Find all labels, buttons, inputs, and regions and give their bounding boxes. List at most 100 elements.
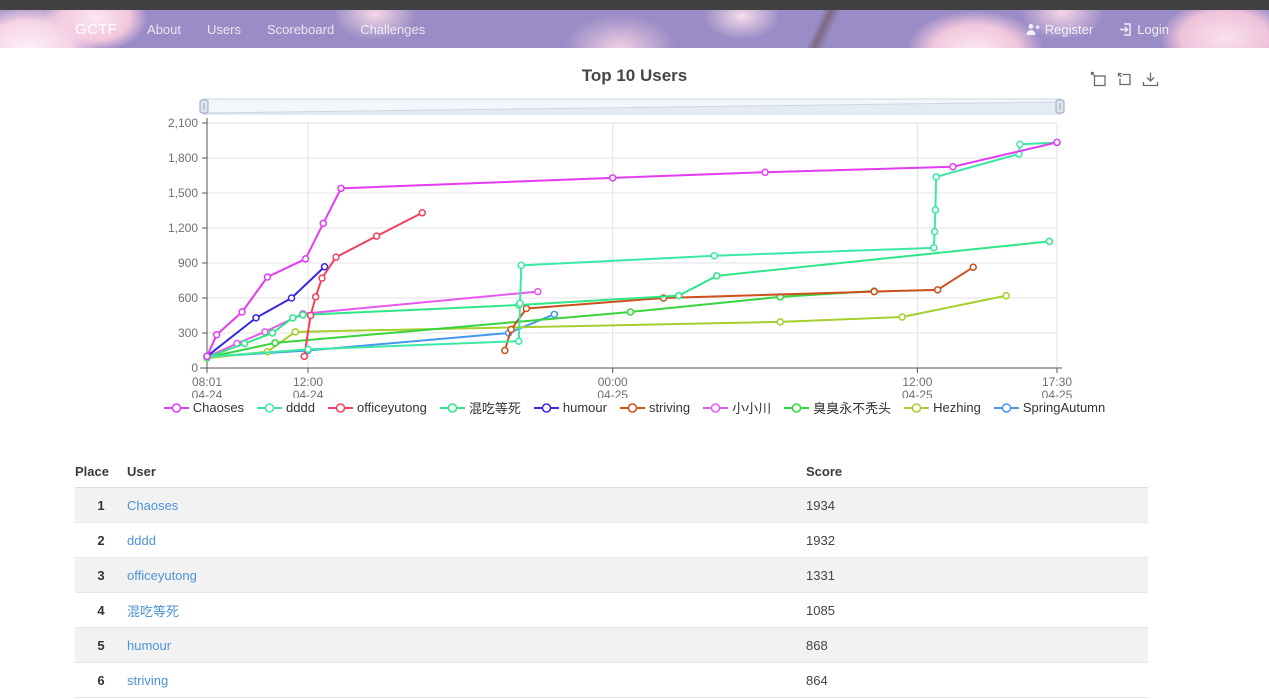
data-point[interactable]: [308, 313, 314, 319]
user-link[interactable]: dddd: [127, 533, 156, 548]
y-tick-label: 1,800: [168, 151, 198, 165]
data-point[interactable]: [932, 207, 938, 213]
data-point[interactable]: [214, 332, 220, 338]
data-point[interactable]: [272, 340, 278, 346]
data-point[interactable]: [714, 273, 720, 279]
data-point[interactable]: [535, 289, 541, 295]
data-point[interactable]: [517, 300, 523, 306]
legend-item-Hezhing[interactable]: Hezhing: [904, 400, 981, 415]
save-as-image-icon[interactable]: [1142, 71, 1159, 88]
user-link[interactable]: humour: [127, 638, 171, 653]
data-point[interactable]: [322, 264, 328, 270]
data-point[interactable]: [300, 312, 306, 318]
data-point[interactable]: [305, 346, 311, 352]
legend-item-臭臭永不秃头[interactable]: 臭臭永不秃头: [784, 398, 891, 417]
data-point[interactable]: [1054, 139, 1060, 145]
legend-marker-icon: [440, 402, 465, 414]
legend-item-SpringAutumn[interactable]: SpringAutumn: [994, 400, 1105, 415]
brand-logo[interactable]: GCTF: [75, 21, 117, 38]
data-point[interactable]: [518, 262, 524, 268]
user-link[interactable]: officeyutong: [127, 568, 197, 583]
x-tick-date: 04-24: [293, 388, 324, 398]
data-point[interactable]: [262, 329, 268, 335]
data-point[interactable]: [313, 294, 319, 300]
data-point[interactable]: [610, 175, 616, 181]
data-point[interactable]: [932, 229, 938, 235]
data-point[interactable]: [242, 341, 248, 347]
data-point[interactable]: [516, 338, 522, 344]
legend-item-混吃等死[interactable]: 混吃等死: [440, 398, 521, 417]
data-point[interactable]: [253, 315, 259, 321]
nav-link-users[interactable]: Users: [207, 22, 241, 37]
legend-item-小小川[interactable]: 小小川: [703, 398, 771, 417]
data-point[interactable]: [338, 185, 344, 191]
legend-item-officeyutong[interactable]: officeyutong: [328, 400, 427, 415]
legend-label: striving: [649, 400, 690, 415]
data-point[interactable]: [204, 353, 210, 359]
data-point[interactable]: [502, 348, 508, 354]
data-point[interactable]: [551, 311, 557, 317]
legend-item-Chaoses[interactable]: Chaoses: [164, 400, 244, 415]
data-point[interactable]: [264, 274, 270, 280]
data-point[interactable]: [292, 329, 298, 335]
data-point[interactable]: [676, 293, 682, 299]
legend-marker-icon: [534, 402, 559, 414]
table-row: 4混吃等死1085: [75, 593, 1148, 628]
cell-score: 864: [806, 663, 1148, 698]
data-point[interactable]: [899, 314, 905, 320]
data-point[interactable]: [777, 319, 783, 325]
data-point[interactable]: [270, 330, 276, 336]
data-point[interactable]: [711, 253, 717, 259]
data-point[interactable]: [931, 245, 937, 251]
user-link[interactable]: 混吃等死: [127, 604, 179, 619]
data-point[interactable]: [523, 306, 529, 312]
data-point[interactable]: [419, 210, 425, 216]
data-point[interactable]: [333, 254, 339, 260]
legend-label: humour: [563, 400, 607, 415]
data-point[interactable]: [1046, 238, 1052, 244]
x-tick-date: 04-25: [1042, 388, 1073, 398]
register-button[interactable]: Register: [1026, 22, 1093, 37]
data-point[interactable]: [508, 327, 514, 333]
legend-item-dddd[interactable]: dddd: [257, 400, 315, 415]
restore-icon[interactable]: [1116, 71, 1133, 88]
legend-item-humour[interactable]: humour: [534, 400, 607, 415]
legend-label: 小小川: [732, 398, 771, 417]
score-chart[interactable]: 03006009001,2001,5001,8002,10008:0104-24…: [0, 90, 1269, 398]
data-point[interactable]: [320, 220, 326, 226]
data-point[interactable]: [374, 233, 380, 239]
nav-link-about[interactable]: About: [147, 22, 181, 37]
legend-label: SpringAutumn: [1023, 400, 1105, 415]
data-point[interactable]: [1017, 141, 1023, 147]
data-zoom-icon[interactable]: [1090, 71, 1107, 88]
series-line[interactable]: [505, 267, 973, 350]
data-point[interactable]: [935, 287, 941, 293]
nav-link-challenges[interactable]: Challenges: [360, 22, 425, 37]
data-point[interactable]: [970, 264, 976, 270]
data-point[interactable]: [290, 315, 296, 321]
data-point[interactable]: [303, 256, 309, 262]
cell-score: 868: [806, 628, 1148, 663]
data-point[interactable]: [933, 174, 939, 180]
x-tick-time: 12:00: [902, 375, 932, 389]
data-point[interactable]: [871, 289, 877, 295]
data-point[interactable]: [239, 309, 245, 315]
data-point[interactable]: [319, 275, 325, 281]
data-point[interactable]: [301, 353, 307, 359]
x-tick-time: 08:01: [192, 375, 222, 389]
user-link[interactable]: striving: [127, 673, 168, 688]
data-point[interactable]: [289, 295, 295, 301]
y-tick-label: 600: [178, 291, 198, 305]
data-point[interactable]: [1003, 293, 1009, 299]
legend-item-striving[interactable]: striving: [620, 400, 690, 415]
table-row: 6striving864: [75, 663, 1148, 698]
data-point[interactable]: [950, 164, 956, 170]
login-button[interactable]: Login: [1119, 22, 1169, 37]
register-label: Register: [1045, 22, 1093, 37]
nav-link-scoreboard[interactable]: Scoreboard: [267, 22, 334, 37]
data-point[interactable]: [627, 309, 633, 315]
user-link[interactable]: Chaoses: [127, 498, 178, 513]
data-point[interactable]: [762, 169, 768, 175]
cell-place: 5: [75, 628, 127, 663]
cell-place: 1: [75, 488, 127, 523]
